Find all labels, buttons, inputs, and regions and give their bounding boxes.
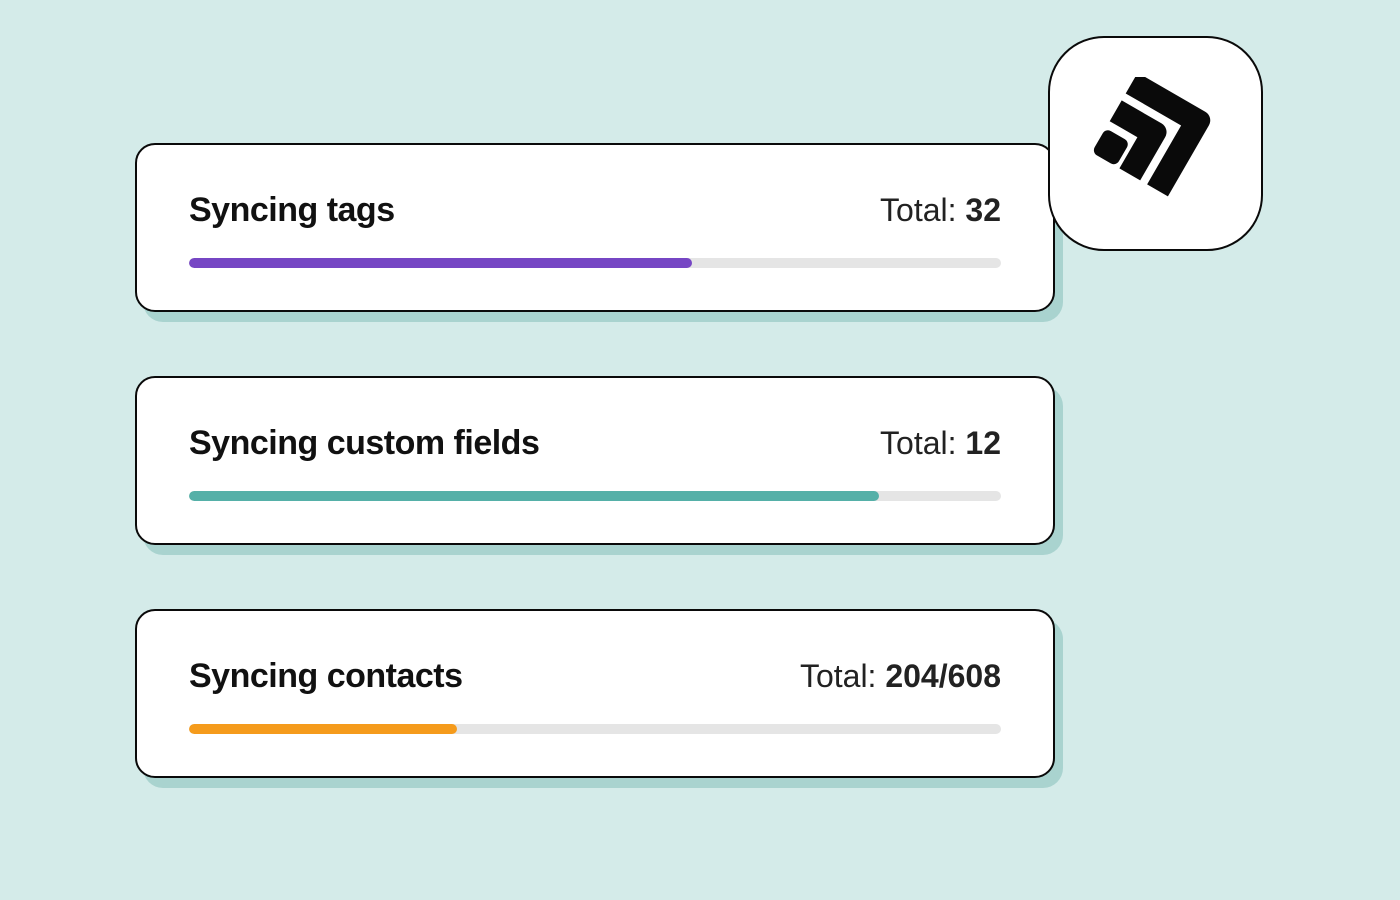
card-total: Total: 12 xyxy=(880,425,1001,462)
signal-icon xyxy=(1092,77,1220,210)
card-total: Total: 204/608 xyxy=(800,658,1001,695)
progress-fill xyxy=(189,258,692,268)
progress-fill xyxy=(189,491,879,501)
progress-track xyxy=(189,258,1001,268)
card-title: Syncing custom fields xyxy=(189,424,539,463)
progress-track xyxy=(189,491,1001,501)
total-value: 12 xyxy=(965,425,1001,461)
total-label: Total: xyxy=(880,425,965,461)
sync-card-tags: Syncing tags Total: 32 xyxy=(135,143,1055,312)
sync-card-contacts: Syncing contacts Total: 204/608 xyxy=(135,609,1055,778)
progress-fill xyxy=(189,724,457,734)
card-header: Syncing contacts Total: 204/608 xyxy=(189,657,1001,696)
card-title: Syncing tags xyxy=(189,191,395,230)
total-value: 32 xyxy=(965,192,1001,228)
sync-cards-container: Syncing tags Total: 32 Syncing custom fi… xyxy=(135,143,1055,842)
app-badge xyxy=(1048,36,1263,251)
sync-card-custom-fields: Syncing custom fields Total: 12 xyxy=(135,376,1055,545)
total-label: Total: xyxy=(880,192,965,228)
card-title: Syncing contacts xyxy=(189,657,463,696)
progress-track xyxy=(189,724,1001,734)
card-total: Total: 32 xyxy=(880,192,1001,229)
card-header: Syncing tags Total: 32 xyxy=(189,191,1001,230)
card-header: Syncing custom fields Total: 12 xyxy=(189,424,1001,463)
total-label: Total: xyxy=(800,658,885,694)
total-value: 204/608 xyxy=(885,658,1001,694)
